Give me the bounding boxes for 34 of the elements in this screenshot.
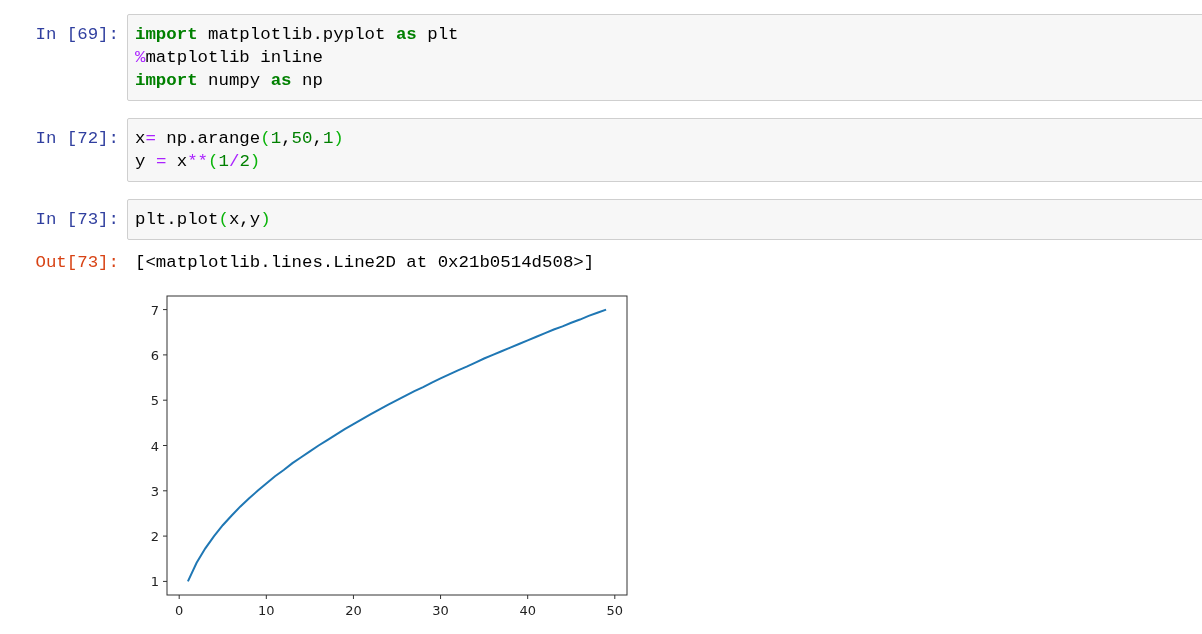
tick-label: 1 — [150, 574, 159, 590]
tick-mark — [614, 594, 616, 600]
tick-mark — [162, 535, 168, 537]
tick-mark — [265, 594, 267, 600]
tick-label: 30 — [432, 603, 449, 618]
tick-label: 10 — [258, 603, 275, 618]
code-editor[interactable]: import matplotlib.pyplot as plt %matplotlib inline import numpy as np — [127, 14, 1202, 101]
tick-label: 50 — [606, 603, 624, 618]
tick-mark — [162, 490, 168, 492]
tick-mark — [352, 594, 354, 600]
tick-mark — [162, 354, 168, 356]
input-prompt: In [73]: — [34, 209, 120, 231]
tick-label: 20 — [345, 603, 362, 618]
tick-mark — [440, 594, 442, 600]
output-text: [<matplotlib.lines.Line2D at 0x21b0514d508>] — [135, 252, 596, 274]
tick-label: 4 — [150, 438, 159, 454]
tick-label: 0 — [175, 603, 184, 618]
tick-label: 3 — [150, 483, 159, 499]
tick-mark — [162, 399, 168, 401]
tick-mark — [162, 445, 168, 446]
tick-mark — [178, 594, 180, 600]
code-editor[interactable]: plt.plot(x,y) — [127, 199, 1202, 240]
input-prompt: In [72]: — [34, 128, 120, 150]
output-prompt: Out[73]: — [34, 252, 120, 274]
tick-label: 7 — [150, 302, 159, 318]
tick-label: 2 — [150, 529, 159, 545]
code-editor[interactable]: x= np.arange(1,50,1) y = x**(1/2) — [127, 118, 1202, 182]
tick-mark — [162, 580, 168, 582]
tick-label: 5 — [150, 393, 159, 409]
tick-label: 40 — [519, 603, 536, 618]
tick-mark — [527, 594, 529, 600]
input-prompt: In [69]: — [34, 24, 120, 46]
tick-mark — [162, 309, 168, 311]
tick-label: 6 — [150, 347, 159, 363]
